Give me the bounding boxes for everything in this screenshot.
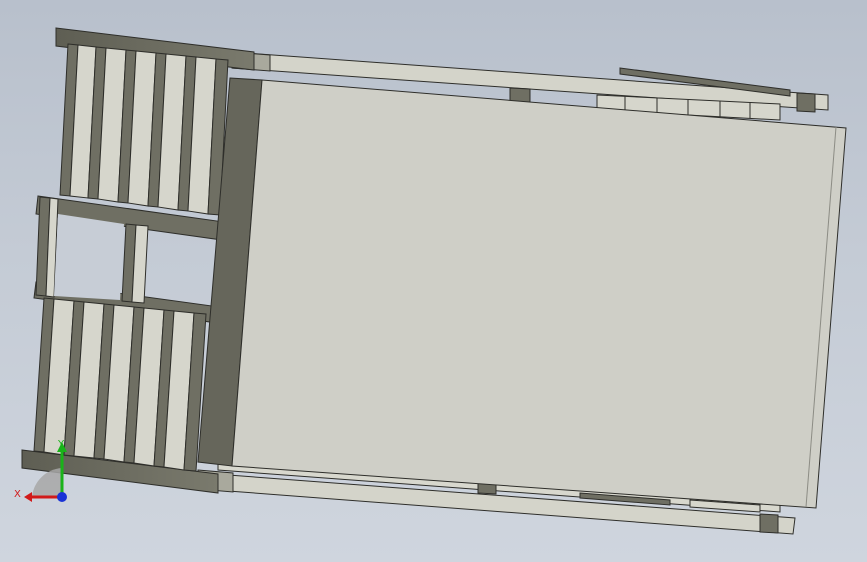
main-panel: [197, 77, 847, 509]
triad-plane-icon: [32, 468, 62, 497]
model-view[interactable]: X Y: [0, 0, 867, 562]
y-axis-label: Y: [57, 439, 65, 450]
x-axis-label: X: [14, 489, 21, 500]
graphics-viewport[interactable]: X Y: [0, 0, 867, 562]
upper-slats: [59, 43, 229, 216]
z-axis-icon: [57, 492, 67, 502]
